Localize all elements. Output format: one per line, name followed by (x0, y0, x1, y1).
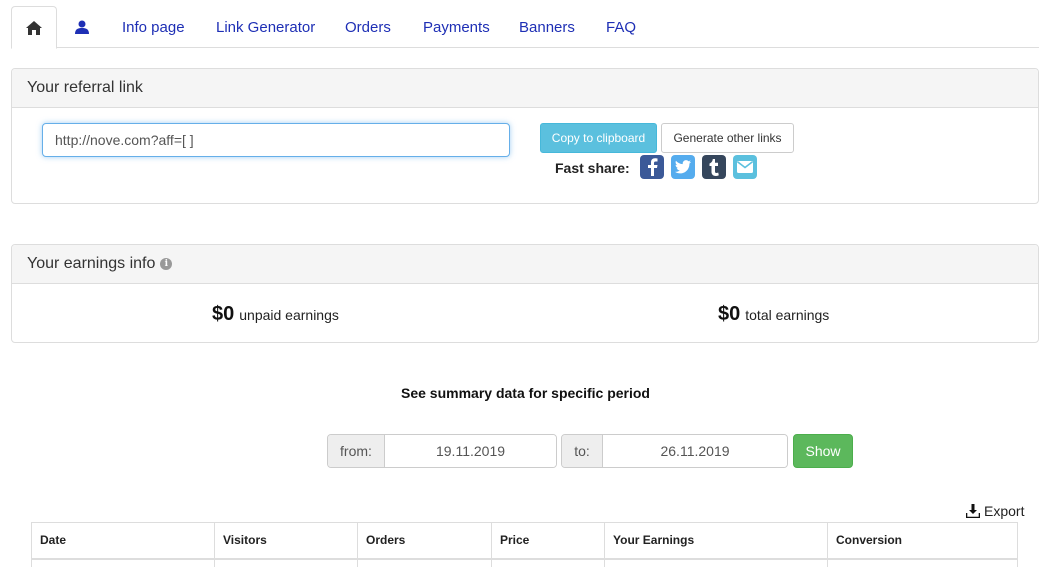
table-row (31, 558, 1018, 567)
to-date-input[interactable] (603, 435, 787, 467)
column-header-your-earnings[interactable]: Your Earnings (604, 522, 828, 560)
tab-profile[interactable] (67, 6, 97, 48)
column-header-orders[interactable]: Orders (357, 522, 492, 560)
from-date-input[interactable] (385, 435, 556, 467)
tab-link-generator-label[interactable]: Link Generator (216, 19, 315, 36)
summary-title: See summary data for specific period (401, 385, 650, 401)
column-header-date[interactable]: Date (31, 522, 215, 560)
tab-payments-label[interactable]: Payments (423, 19, 490, 36)
twitter-icon[interactable] (671, 155, 695, 179)
facebook-icon[interactable] (640, 155, 664, 179)
info-icon[interactable]: i (160, 258, 173, 270)
tab-banners-label[interactable]: Banners (519, 19, 575, 36)
tab-info-page-label[interactable]: Info page (122, 19, 185, 36)
tab-orders[interactable]: Orders (345, 6, 391, 48)
unpaid-earnings: $0 unpaid earnings (212, 303, 339, 326)
referral-link-input[interactable] (42, 123, 510, 157)
table-cell (491, 558, 605, 567)
export-label: Export (984, 503, 1025, 519)
tab-payments[interactable]: Payments (423, 6, 490, 48)
tab-link-generator[interactable]: Link Generator (216, 6, 315, 48)
unpaid-earnings-amount: $0 (212, 303, 235, 325)
table-cell (357, 558, 492, 567)
tab-faq[interactable]: FAQ (606, 6, 636, 48)
home-icon (26, 20, 42, 35)
column-header-visitors[interactable]: Visitors (214, 522, 358, 560)
to-label: to: (562, 435, 603, 467)
referral-panel: Your referral link Copy to clipboard Gen… (11, 68, 1039, 204)
show-button[interactable]: Show (793, 434, 853, 468)
tab-info-page[interactable]: Info page (122, 6, 185, 48)
table-cell (827, 558, 1018, 567)
user-icon (75, 20, 89, 34)
table-cell (214, 558, 358, 567)
tab-home[interactable] (11, 6, 57, 49)
summary-table: Date Visitors Orders Price Your Earnings… (31, 522, 1018, 567)
fast-share-label: Fast share: (555, 160, 630, 176)
tab-orders-label[interactable]: Orders (345, 19, 391, 36)
earnings-panel-title: Your earnings info (27, 255, 156, 272)
export-button[interactable]: Export (966, 503, 1024, 519)
generate-other-links-button[interactable]: Generate other links (661, 123, 794, 153)
table-cell (604, 558, 828, 567)
total-earnings-amount: $0 (718, 303, 741, 325)
email-icon[interactable] (733, 155, 757, 179)
referral-panel-title: Your referral link (12, 69, 1038, 108)
tab-faq-label[interactable]: FAQ (606, 19, 636, 36)
total-earnings-label: total earnings (745, 307, 830, 323)
nav-tabs: Info page Link Generator Orders Payments… (11, 6, 1039, 49)
from-label: from: (328, 435, 385, 467)
column-header-price[interactable]: Price (491, 522, 605, 560)
total-earnings: $0 total earnings (718, 303, 829, 326)
tab-banners[interactable]: Banners (519, 6, 575, 48)
earnings-panel-heading: Your earnings info i (12, 245, 1038, 284)
tumblr-icon[interactable] (702, 155, 726, 179)
table-header-row: Date Visitors Orders Price Your Earnings… (31, 522, 1018, 560)
download-icon (966, 504, 980, 518)
table-cell (31, 558, 215, 567)
unpaid-earnings-label: unpaid earnings (239, 307, 339, 323)
column-header-conversion[interactable]: Conversion (827, 522, 1018, 560)
to-date-group: to: (561, 434, 788, 468)
from-date-group: from: (327, 434, 557, 468)
copy-to-clipboard-button[interactable]: Copy to clipboard (540, 123, 657, 153)
earnings-panel: Your earnings info i $0 unpaid earnings $… (11, 244, 1039, 343)
